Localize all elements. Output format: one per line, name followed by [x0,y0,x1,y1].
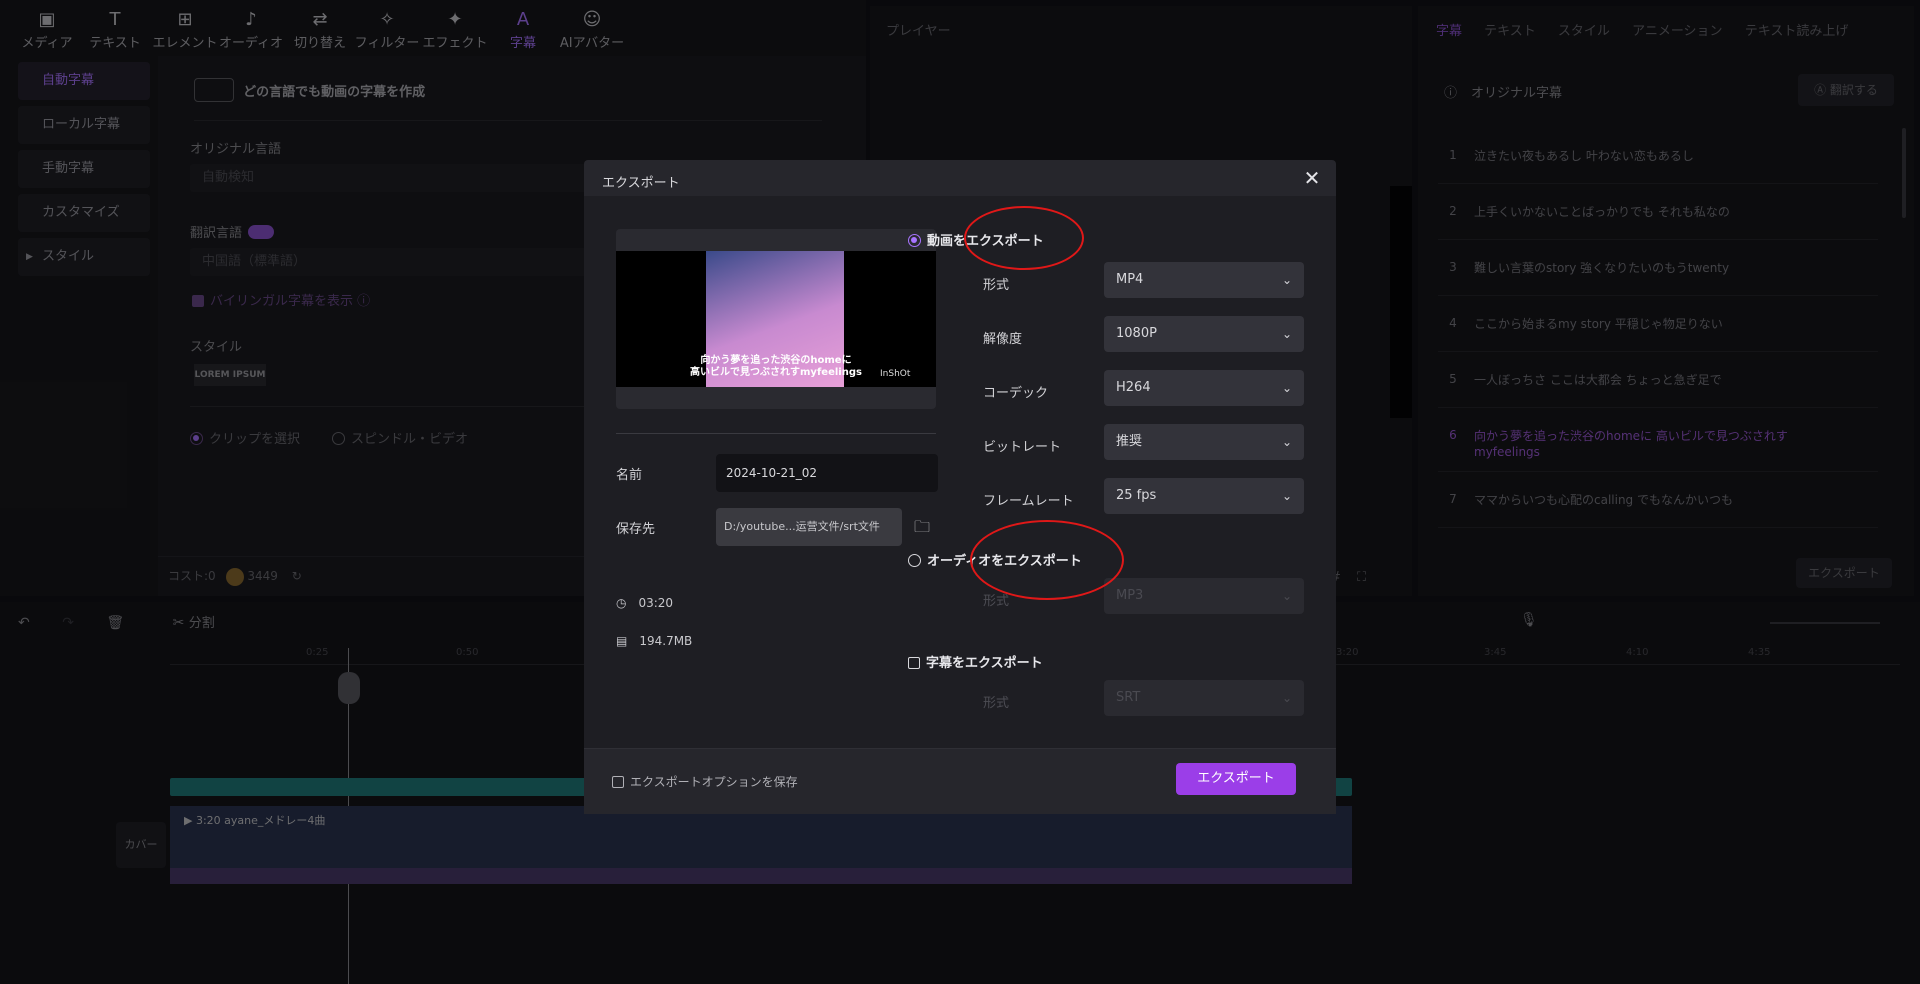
preview-watermark: InShOt [880,369,911,379]
export-button[interactable]: エクスポート [1176,763,1296,795]
radio-checked-icon [908,234,921,247]
checkbox-icon [612,776,624,788]
name-input[interactable]: 2024-10-21_02 [716,454,938,492]
format-select[interactable]: MP4 ⌄ [1104,262,1304,298]
close-icon[interactable]: ✕ [1300,166,1324,190]
chevron-down-icon: ⌄ [1281,327,1292,341]
chevron-down-icon: ⌄ [1281,435,1292,449]
dialog-title: エクスポート [602,176,680,191]
framerate-label: フレームレート [983,494,1074,509]
name-label: 名前 [616,468,643,483]
subtitle-format-select[interactable]: SRT ⌄ [1104,680,1304,716]
resolution-select[interactable]: 1080P ⌄ [1104,316,1304,352]
dialog-footer: エクスポートオプションを保存 エクスポート [584,748,1336,814]
bitrate-select[interactable]: 推奨 ⌄ [1104,424,1304,460]
export-video-radio[interactable]: 動画をエクスポート [908,230,1044,249]
save-location-input[interactable]: D:/youtube...运营文件/srt文件 [716,508,902,546]
preview-divider [616,433,936,434]
chevron-down-icon: ⌄ [1281,381,1292,395]
format-label: 形式 [983,278,1010,293]
export-preview: 向かう夢を追った渋谷のhomeに 高いビルで見つぶされすmyfeelings I… [616,229,936,409]
checkbox-icon [908,657,920,669]
audio-format-select[interactable]: MP3 ⌄ [1104,578,1304,614]
dialog-body: 向かう夢を追った渋谷のhomeに 高いビルで見つぶされすmyfeelings I… [584,196,1336,748]
export-audio-radio[interactable]: オーディオをエクスポート [908,550,1082,569]
bitrate-label: ビットレート [983,440,1062,455]
audio-format-label: 形式 [983,594,1010,609]
preview-caption: 向かう夢を追った渋谷のhomeに 高いビルで見つぶされすmyfeelings [690,355,862,378]
subtitle-format-label: 形式 [983,696,1010,711]
save-options-checkbox[interactable]: エクスポートオプションを保存 [612,773,798,790]
resolution-label: 解像度 [983,332,1023,347]
codec-label: コーデック [983,386,1049,401]
chevron-down-icon: ⌄ [1281,691,1292,705]
preview-video-frame: 向かう夢を追った渋谷のhomeに 高いビルで見つぶされすmyfeelings I… [616,251,936,387]
save-location-label: 保存先 [616,522,656,537]
export-dialog: エクスポート ✕ 向かう夢を追った渋谷のhomeに 高いビルで見つぶされすmyf… [584,160,1336,814]
framerate-select[interactable]: 25 fps ⌄ [1104,478,1304,514]
file-icon: ▤ [616,634,628,648]
duration-row: ◷ 03:20 [616,596,674,610]
chevron-down-icon: ⌄ [1281,589,1292,603]
chevron-down-icon: ⌄ [1281,273,1292,287]
radio-icon [908,554,921,567]
folder-icon[interactable]: 🗀 [914,516,930,543]
codec-select[interactable]: H264 ⌄ [1104,370,1304,406]
clock-icon: ◷ [616,596,627,610]
chevron-down-icon: ⌄ [1281,489,1292,503]
export-subtitle-checkbox[interactable]: 字幕をエクスポート [908,652,1043,671]
filesize-row: ▤ 194.7MB [616,634,693,648]
